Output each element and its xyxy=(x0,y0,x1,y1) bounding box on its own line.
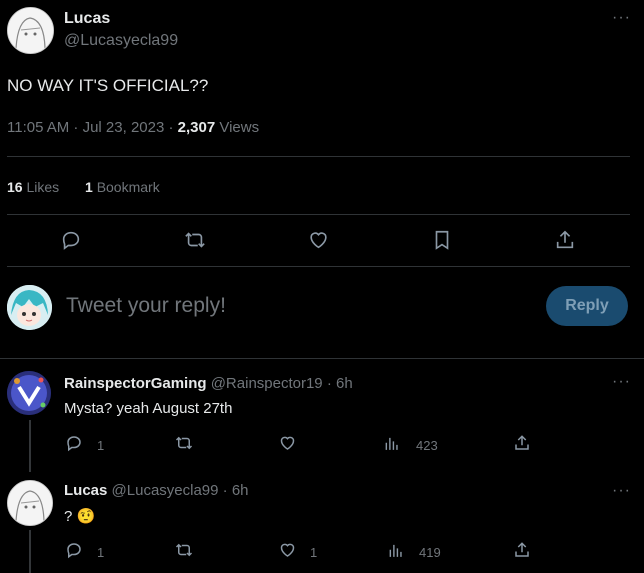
heart-icon[interactable] xyxy=(307,229,330,251)
share-icon[interactable] xyxy=(554,229,576,251)
heart-icon[interactable] xyxy=(278,434,297,452)
author-name[interactable]: Lucas xyxy=(64,10,110,28)
reply-icon[interactable] xyxy=(60,229,82,251)
share-icon[interactable] xyxy=(513,434,531,452)
divider xyxy=(7,214,630,215)
views-icon[interactable] xyxy=(383,435,401,452)
reply-author-name[interactable]: Lucas xyxy=(64,482,107,499)
bookmarks-label: Bookmark xyxy=(96,179,160,195)
more-icon[interactable]: ··· xyxy=(612,10,631,26)
reply-text-body: ? xyxy=(64,508,73,525)
bookmarks-count: 1 xyxy=(85,179,93,195)
reply-time[interactable]: · 6h xyxy=(223,482,249,499)
thread-line xyxy=(29,530,31,573)
views-count: 2,307 xyxy=(177,119,216,136)
thinking-emoji: 🤨 xyxy=(76,508,96,525)
reply-icon[interactable] xyxy=(65,541,83,559)
bookmarks-stat[interactable]: 1 Bookmark xyxy=(85,179,160,195)
reply-button[interactable]: Reply xyxy=(546,286,628,326)
bookmark-icon[interactable] xyxy=(431,229,453,251)
author-avatar[interactable] xyxy=(7,7,54,54)
author-handle[interactable]: @Lucasyecla99 xyxy=(64,32,178,50)
views-count: 419 xyxy=(419,545,441,560)
reply-header: Lucas @Lucasyecla99 · 6h xyxy=(64,482,249,499)
reply-count: 1 xyxy=(97,438,105,453)
reply-author-name[interactable]: RainspectorGaming xyxy=(64,375,207,392)
thread-line xyxy=(29,420,31,472)
retweet-icon[interactable] xyxy=(174,434,194,452)
tweet-text: NO WAY IT'S OFFICIAL?? xyxy=(7,76,209,95)
tweet-meta: 11:05 AM · Jul 23, 2023 · 2,307 Views xyxy=(7,119,259,136)
divider xyxy=(7,266,630,267)
reply-header: RainspectorGaming @Rainspector19 · 6h xyxy=(64,375,353,392)
heart-icon[interactable] xyxy=(278,541,297,559)
like-count: 1 xyxy=(310,545,318,560)
composer-avatar[interactable] xyxy=(7,285,52,330)
reply-time[interactable]: · 6h xyxy=(327,375,353,392)
likes-label: Likes xyxy=(26,179,60,195)
reply-icon[interactable] xyxy=(65,434,83,452)
reply-author-handle[interactable]: @Lucasyecla99 xyxy=(112,482,219,499)
retweet-icon[interactable] xyxy=(183,229,207,251)
reply-avatar[interactable] xyxy=(7,371,51,415)
divider xyxy=(0,358,644,359)
divider xyxy=(7,156,630,157)
reply-input[interactable]: Tweet your reply! xyxy=(66,294,226,318)
tweet-timestamp[interactable]: 11:05 AM · Jul 23, 2023 · xyxy=(7,119,178,136)
views-icon[interactable] xyxy=(387,542,405,559)
reply-count: 1 xyxy=(97,545,105,560)
retweet-icon[interactable] xyxy=(174,541,194,559)
more-icon[interactable]: ··· xyxy=(612,483,631,499)
views-count: 423 xyxy=(416,438,438,453)
more-icon[interactable]: ··· xyxy=(612,374,631,390)
likes-stat[interactable]: 16 Likes xyxy=(7,179,59,195)
reply-text: ? 🤨 xyxy=(64,507,95,525)
likes-count: 16 xyxy=(7,179,23,195)
reply-avatar[interactable] xyxy=(7,480,53,526)
reply-text: Mysta? yeah August 27th xyxy=(64,400,233,417)
views-label: Views xyxy=(215,119,260,136)
reply-author-handle[interactable]: @Rainspector19 xyxy=(211,375,323,392)
share-icon[interactable] xyxy=(513,541,531,559)
